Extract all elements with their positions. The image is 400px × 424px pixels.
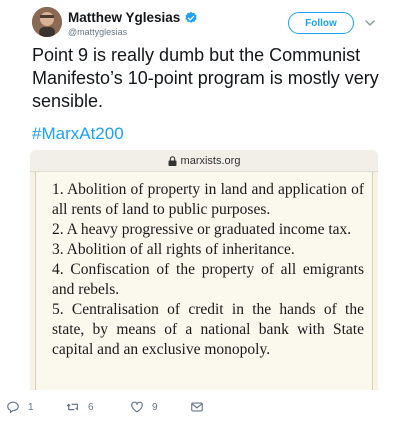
verified-badge-icon xyxy=(185,11,197,23)
retweet-icon xyxy=(66,403,78,411)
reply-icon xyxy=(7,401,19,414)
manifesto-text: 1. Abolition of property in land and app… xyxy=(52,180,364,360)
direct-message-button[interactable] xyxy=(190,400,212,414)
embedded-image[interactable]: marxists.org 1. Abolition of property in… xyxy=(30,150,378,390)
chevron-down-icon[interactable] xyxy=(364,17,376,29)
reply-count: 1 xyxy=(28,401,34,413)
manifesto-point-3: 3. Abolition of all rights of inheritanc… xyxy=(52,241,295,258)
retweet-count: 6 xyxy=(88,401,94,413)
tweet-text: Point 9 is really dumb but the Communist… xyxy=(32,45,379,111)
manifesto-point-2: 2. A heavy progressive or graduated inco… xyxy=(52,221,352,238)
like-count: 9 xyxy=(152,401,158,413)
author-handle[interactable]: @mattyglesias xyxy=(68,27,127,37)
manifesto-point-1: 1. Abolition of property in land and app… xyxy=(52,181,364,218)
tweet-card: Matthew Yglesias @mattyglesias Follow Po… xyxy=(0,0,400,424)
manifesto-page: 1. Abolition of property in land and app… xyxy=(35,172,373,390)
author-name[interactable]: Matthew Yglesias xyxy=(68,10,180,25)
retweet-button[interactable]: 6 xyxy=(66,400,94,414)
follow-button[interactable]: Follow xyxy=(288,12,354,34)
reply-button[interactable]: 1 xyxy=(6,400,34,414)
manifesto-point-4: 4. Confiscation of the property of all e… xyxy=(52,261,364,298)
heart-icon xyxy=(131,401,143,413)
browser-url-bar: marxists.org xyxy=(30,150,378,172)
envelope-icon xyxy=(191,402,203,412)
like-button[interactable]: 9 xyxy=(130,400,158,414)
lock-icon xyxy=(168,155,177,166)
avatar-image xyxy=(32,7,62,37)
author-row: Matthew Yglesias xyxy=(68,10,198,25)
avatar[interactable] xyxy=(32,7,62,37)
manifesto-point-5: 5. Centralisation of credit in the hands… xyxy=(52,301,364,358)
tweet-actions: 1 6 9 xyxy=(0,396,400,420)
url-text: marxists.org xyxy=(180,154,241,167)
hashtag-link[interactable]: #MarxAt200 xyxy=(32,124,124,144)
